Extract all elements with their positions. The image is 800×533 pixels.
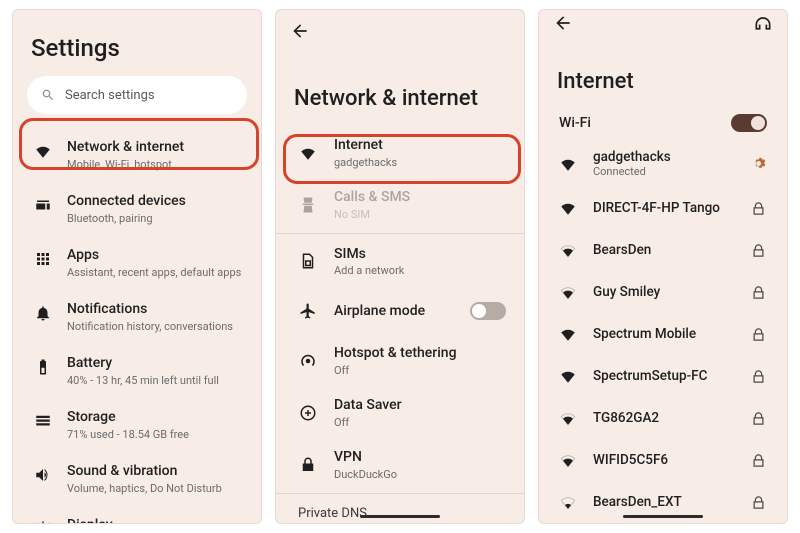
page-title: Settings [13,10,261,76]
bell-icon [33,301,53,322]
divider [276,233,524,234]
network-item[interactable]: SpectrumSetup-FC [539,355,787,397]
page-title: Internet [539,39,787,108]
divider [276,493,524,494]
lock-icon [749,453,767,468]
wifi-signal-icon [559,283,577,301]
topbar [276,10,524,56]
display-icon [33,517,53,523]
wifi-signal-icon [559,367,577,385]
item-airplane-mode[interactable]: Airplane mode [276,287,524,335]
phone-icon [298,196,318,214]
item-hotspot[interactable]: Hotspot & tetheringOff [276,335,524,387]
gear-icon[interactable] [749,156,767,171]
lock-icon [749,285,767,300]
back-button[interactable] [553,13,573,37]
item-sims[interactable]: SIMsAdd a network [276,236,524,288]
screen-network-internet: Network & internet Internetgadgethacks C… [275,9,525,524]
wifi-toggle-row[interactable]: Wi-Fi [539,108,787,140]
battery-icon [33,355,53,376]
screen-internet: Internet Wi-Fi gadgethacksConnected DIRE… [538,9,788,524]
help-icon[interactable] [753,13,773,37]
wifi-signal-icon [559,155,577,173]
page-title: Network & internet [276,56,524,127]
search-placeholder: Search settings [65,88,155,103]
item-network-internet[interactable]: Network & internetMobile, Wi-Fi, hotspot [13,128,261,182]
network-item[interactable]: Guy Smiley [539,271,787,313]
gesture-bar [360,515,440,518]
lock-icon [749,495,767,510]
network-item[interactable]: WIFID5C5F6 [539,439,787,481]
wifi-networks-list: gadgethacksConnected DIRECT-4F-HP Tango … [539,140,787,523]
wifi-signal-icon [559,451,577,469]
storage-icon [33,409,53,430]
network-settings-list: Internetgadgethacks Calls & SMSNo SIM SI… [276,127,524,523]
wifi-signal-icon [559,241,577,259]
search-icon [41,88,55,102]
item-connected-devices[interactable]: Connected devicesBluetooth, pairing [13,182,261,236]
item-apps[interactable]: AppsAssistant, recent apps, default apps [13,236,261,290]
lock-icon [749,201,767,216]
lock-icon [749,369,767,384]
airplane-toggle[interactable] [470,302,506,320]
item-internet[interactable]: Internetgadgethacks [276,127,524,179]
data-saver-icon [298,404,318,422]
network-item[interactable]: DIRECT-4F-HP Tango [539,187,787,229]
network-item[interactable]: TG862GA2 [539,397,787,439]
lock-icon [749,411,767,426]
item-storage[interactable]: Storage71% used - 18.54 GB free [13,398,261,452]
item-notifications[interactable]: NotificationsNotification history, conve… [13,290,261,344]
topbar [539,10,787,39]
sim-icon [298,252,318,270]
search-input[interactable]: Search settings [27,76,247,114]
network-item-connected[interactable]: gadgethacksConnected [539,140,787,187]
wifi-toggle[interactable] [731,114,767,132]
wifi-signal-icon [559,325,577,343]
lock-icon [749,243,767,258]
airplane-icon [298,302,318,320]
item-battery[interactable]: Battery40% - 13 hr, 45 min left until fu… [13,344,261,398]
volume-icon [33,463,53,484]
wifi-signal-icon [559,409,577,427]
devices-icon [33,193,53,214]
wifi-icon [33,139,53,160]
back-button[interactable] [290,21,310,45]
wifi-icon [298,144,318,162]
lock-icon [749,327,767,342]
gesture-bar [623,515,703,518]
item-vpn[interactable]: VPNDuckDuckGo [276,439,524,491]
item-sound[interactable]: Sound & vibrationVolume, haptics, Do Not… [13,452,261,506]
item-data-saver[interactable]: Data SaverOff [276,387,524,439]
hotspot-icon [298,352,318,370]
private-dns-value: Automatic [276,521,524,523]
item-display[interactable]: DisplayDark theme, font size, brightness [13,506,261,523]
wifi-label: Wi-Fi [559,115,591,131]
item-calls-sms: Calls & SMSNo SIM [276,179,524,231]
settings-list: Network & internetMobile, Wi-Fi, hotspot… [13,128,261,523]
network-item[interactable]: BearsDen [539,229,787,271]
apps-icon [33,247,53,268]
wifi-signal-icon [559,493,577,511]
network-item[interactable]: Spectrum Mobile [539,313,787,355]
screen-settings: Settings Search settings Network & inter… [12,9,262,524]
vpn-icon [298,456,318,474]
wifi-signal-icon [559,199,577,217]
